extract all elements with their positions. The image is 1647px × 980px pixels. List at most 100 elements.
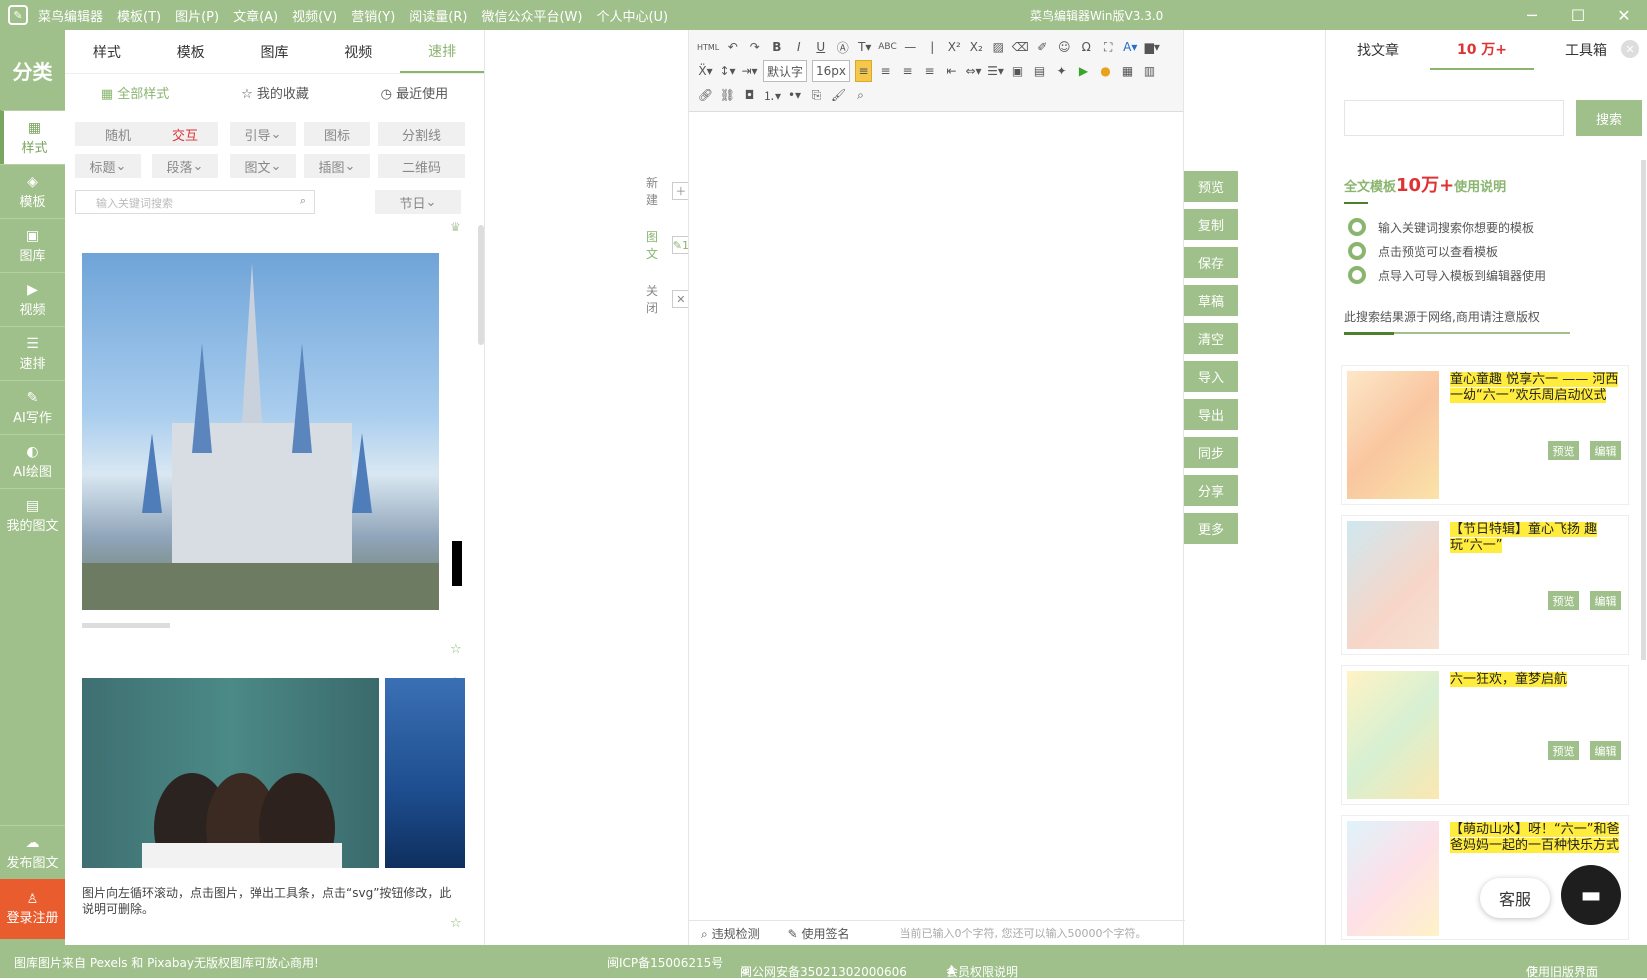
font-size-select[interactable]: 16px	[812, 60, 851, 82]
letter-spacing-icon[interactable]: ⇔▾	[965, 60, 982, 82]
italic-icon[interactable]: I	[790, 36, 807, 58]
background-pattern-icon[interactable]: ▨	[990, 36, 1007, 58]
save-button[interactable]: 保存	[1184, 247, 1238, 278]
underline-icon[interactable]: U	[812, 36, 829, 58]
font-border-icon[interactable]: Ⓐ	[834, 36, 851, 58]
paste-icon[interactable]: ⎘	[808, 84, 825, 106]
template-card[interactable]: 童心童趣 悦享六一 —— 河西一幼“六一”欢乐周启动仪式 预览 编辑	[1341, 365, 1629, 505]
indent-first-icon[interactable]: ⇤	[943, 60, 960, 82]
classroom-image[interactable]	[82, 678, 379, 868]
tab-style[interactable]: 样式	[65, 30, 149, 73]
music-icon[interactable]: ●	[1097, 60, 1114, 82]
editor-content-area[interactable]	[689, 112, 1183, 920]
anchor-icon[interactable]: ◘	[741, 84, 758, 106]
chip-divider[interactable]: 分割线	[378, 122, 465, 146]
sync-button[interactable]: 同步	[1184, 437, 1238, 468]
insert-gallery-icon[interactable]: ▤	[1031, 60, 1048, 82]
menu-app[interactable]: 菜鸟编辑器	[38, 6, 103, 25]
compliance-check-button[interactable]: ⌕ 违规检测	[701, 925, 760, 942]
align-right-icon[interactable]: ≡	[899, 60, 916, 82]
format-brush-icon[interactable]: ✐	[1034, 36, 1051, 58]
maximize-icon[interactable]: ☐	[1555, 0, 1601, 30]
line-height-icon[interactable]: ↕▾	[719, 60, 736, 82]
template-edit-button[interactable]: 编辑	[1590, 441, 1621, 460]
chip-interactive[interactable]: 交互	[152, 122, 218, 146]
template-card[interactable]: 【节日特辑】童心飞扬 趣玩“六一” 预览 编辑	[1341, 515, 1629, 655]
clear-button[interactable]: 清空	[1184, 323, 1238, 354]
close-document-button[interactable]: 关闭 ✕	[646, 282, 691, 316]
chat-icon[interactable]: ▬	[1561, 865, 1621, 925]
nav-ai-draw[interactable]: ◐ AI绘图	[0, 434, 65, 488]
chip-random[interactable]: 随机	[75, 122, 161, 146]
menu-personal[interactable]: 个人中心(U)	[596, 6, 668, 25]
fullscreen-icon[interactable]: ⛶	[1100, 36, 1117, 58]
menu-wechat[interactable]: 微信公众平台(W)	[481, 6, 582, 25]
castle-image[interactable]	[82, 253, 439, 610]
login-button[interactable]: ♙ 登录注册	[0, 879, 65, 939]
nav-my-articles[interactable]: ▤ 我的图文	[0, 488, 65, 542]
new-document-button[interactable]: 新建＋	[646, 174, 691, 208]
subtab-all[interactable]: ▦ 全部样式	[101, 83, 169, 102]
link-icon[interactable]: 🔗︎	[697, 84, 714, 106]
paragraph-spacing-icon[interactable]: ☰▾	[987, 60, 1004, 82]
close-icon[interactable]: ✕	[1601, 0, 1647, 30]
chip-title[interactable]: 标题 ⌄	[75, 154, 141, 178]
subtab-recent[interactable]: ◷ 最近使用	[381, 83, 449, 102]
share-button[interactable]: 分享	[1184, 475, 1238, 506]
more-button[interactable]: 更多	[1184, 513, 1238, 544]
text-format-icon[interactable]: T▾	[856, 36, 873, 58]
chip-guide[interactable]: 引导 ⌄	[230, 122, 296, 146]
ordered-list-icon[interactable]: ⒈▾	[763, 84, 781, 106]
nav-style[interactable]: ▦ 样式	[0, 110, 65, 164]
font-color-icon[interactable]: A▾	[1122, 36, 1139, 58]
minimize-icon[interactable]: ─	[1509, 0, 1555, 30]
favorite-star-icon[interactable]: ☆	[450, 642, 462, 657]
template-search-input[interactable]	[1344, 100, 1564, 136]
import-button[interactable]: 导入	[1184, 361, 1238, 392]
menu-article[interactable]: 文章(A)	[233, 6, 278, 25]
insert-image-icon[interactable]: ▣	[1009, 60, 1026, 82]
emoji-icon[interactable]: ☺	[1056, 36, 1073, 58]
template-search-button[interactable]: 搜索	[1576, 100, 1642, 136]
table-icon[interactable]: ▥	[1141, 60, 1158, 82]
chip-paragraph[interactable]: 段落 ⌄	[152, 154, 218, 178]
preview-button[interactable]: 预览	[1184, 171, 1238, 202]
unlink-icon[interactable]: ⛓	[719, 84, 736, 106]
export-button[interactable]: 导出	[1184, 399, 1238, 430]
favorite-star-icon[interactable]: ☆	[450, 916, 462, 931]
copy-button[interactable]: 复制	[1184, 209, 1238, 240]
subtab-favorites[interactable]: ☆ 我的收藏	[241, 83, 309, 102]
special-char-icon[interactable]: Ω	[1078, 36, 1095, 58]
customer-service-button[interactable]: 客服	[1480, 878, 1550, 918]
bold-icon[interactable]: B	[768, 36, 785, 58]
close-icon[interactable]: ✕	[1621, 40, 1639, 58]
footer-icp-link[interactable]: 闽ICP备15006215号	[607, 954, 723, 971]
template-edit-button[interactable]: 编辑	[1590, 591, 1621, 610]
nav-video[interactable]: ▶ 视频	[0, 272, 65, 326]
align-center-icon[interactable]: ≡	[877, 60, 894, 82]
clear-format-icon[interactable]: Ẍ▾	[697, 60, 714, 82]
template-edit-button[interactable]: 编辑	[1590, 741, 1621, 760]
article-tab[interactable]: 图文 ✎1	[646, 228, 691, 262]
chip-qrcode[interactable]: 二维码	[378, 154, 465, 178]
font-family-select[interactable]: 默认字	[763, 60, 808, 82]
indent-icon[interactable]: ⇥▾	[741, 60, 758, 82]
panel-scrollbar[interactable]	[478, 225, 484, 345]
template-preview-button[interactable]: 预览	[1548, 741, 1579, 760]
draft-button[interactable]: 草稿	[1184, 285, 1238, 316]
template-preview-button[interactable]: 预览	[1548, 441, 1579, 460]
undo-icon[interactable]: ↶	[724, 36, 741, 58]
tab-gallery[interactable]: 图库	[233, 30, 317, 73]
spellcheck-icon[interactable]: ABC	[878, 36, 896, 58]
highlight-color-icon[interactable]: ▆▾	[1144, 36, 1161, 58]
publish-button[interactable]: ☁ 发布图文	[0, 825, 65, 879]
tab-100k-templates[interactable]: 10 万+	[1430, 30, 1534, 70]
unordered-list-icon[interactable]: •▾	[786, 84, 803, 106]
menu-template[interactable]: 模板(T)	[117, 6, 161, 25]
menu-image[interactable]: 图片(P)	[175, 6, 219, 25]
tab-video[interactable]: 视频	[316, 30, 400, 73]
holiday-dropdown[interactable]: 节日 ⌄	[375, 190, 461, 214]
template-card[interactable]: 六一狂欢，童梦启航 预览 编辑	[1341, 665, 1629, 805]
right-scrollbar[interactable]	[1641, 160, 1646, 660]
play-icon[interactable]: ▶	[1075, 60, 1092, 82]
